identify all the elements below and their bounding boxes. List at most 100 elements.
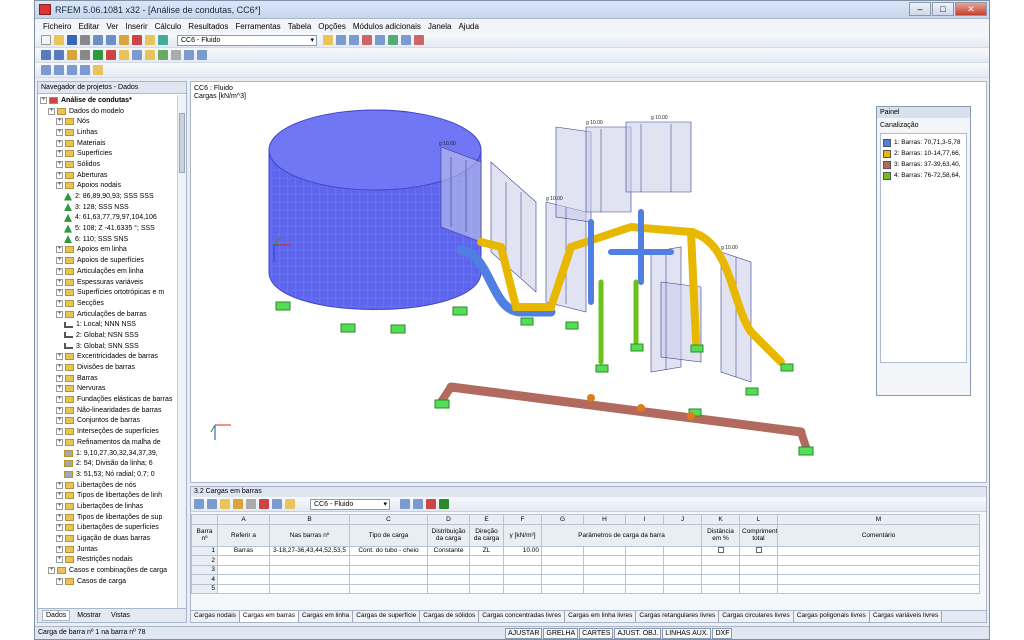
- display-icon[interactable]: [323, 35, 333, 45]
- tree-item[interactable]: + Barras: [38, 373, 177, 384]
- expand-icon[interactable]: +: [56, 139, 63, 147]
- view-icon[interactable]: [336, 35, 346, 45]
- undo-icon[interactable]: [93, 35, 103, 45]
- calc-icon[interactable]: [132, 35, 142, 45]
- expand-icon[interactable]: +: [56, 481, 63, 489]
- menu-ajuda[interactable]: Ajuda: [458, 22, 478, 31]
- expand-icon[interactable]: +: [56, 128, 63, 136]
- sheet-tab[interactable]: Cargas variáveis livres: [869, 611, 943, 622]
- expand-icon[interactable]: +: [56, 396, 63, 404]
- tree-item[interactable]: + Nós: [38, 116, 177, 127]
- expand-icon[interactable]: +: [56, 289, 63, 297]
- expand-icon[interactable]: +: [56, 364, 63, 372]
- expand-icon[interactable]: +: [56, 545, 63, 553]
- length-checkbox[interactable]: [755, 546, 762, 553]
- sheet-tab[interactable]: Cargas em linha livres: [565, 611, 637, 622]
- measure-icon[interactable]: [171, 50, 181, 60]
- tree-item[interactable]: + Tipos de libertações de linh: [38, 490, 177, 501]
- tree-item[interactable]: 1: Local; NNN NSS: [38, 319, 177, 330]
- menu-calculo[interactable]: Cálculo: [155, 22, 182, 31]
- tree-item[interactable]: + Apoios nodais: [38, 181, 177, 192]
- tree-item[interactable]: 5: 108; Z -41.6335 °; SSS: [38, 223, 177, 234]
- section-icon[interactable]: [145, 50, 155, 60]
- expand-icon[interactable]: +: [56, 556, 63, 564]
- move-icon[interactable]: [197, 50, 207, 60]
- status-toggle-button[interactable]: AJUSTAR: [505, 628, 543, 639]
- rotate-icon[interactable]: [375, 35, 385, 45]
- print-icon[interactable]: [80, 35, 90, 45]
- node-icon[interactable]: [41, 50, 51, 60]
- table-row[interactable]: 5: [191, 583, 980, 594]
- expand-icon[interactable]: +: [48, 567, 55, 575]
- table-tool-icon[interactable]: [272, 499, 282, 509]
- cell-dist[interactable]: Constante: [427, 545, 470, 556]
- table-load-case-select[interactable]: CC6 - Fluido: [310, 498, 390, 510]
- expand-icon[interactable]: +: [56, 182, 63, 190]
- solid-icon[interactable]: [80, 50, 90, 60]
- snap-icon[interactable]: [41, 65, 51, 75]
- tree-item[interactable]: 2: 86,89,90,93; SSS SSS: [38, 191, 177, 202]
- table-tool-icon[interactable]: [285, 499, 295, 509]
- tab-mostrar[interactable]: Mostrar: [74, 611, 104, 620]
- expand-icon[interactable]: +: [56, 535, 63, 543]
- tree-item[interactable]: + Não-linearidades de barras: [38, 405, 177, 416]
- expand-icon[interactable]: +: [56, 374, 63, 382]
- expand-icon[interactable]: +: [56, 438, 63, 446]
- expand-icon[interactable]: +: [56, 278, 63, 286]
- tree-item[interactable]: 3: 51,53; Nó radial; 0.7; 0: [38, 469, 177, 480]
- zoom-icon[interactable]: [349, 35, 359, 45]
- menu-editar[interactable]: Editar: [78, 22, 99, 31]
- table-icon[interactable]: [145, 35, 155, 45]
- tree-item[interactable]: + Fundações elásticas de barras: [38, 394, 177, 405]
- guide-icon[interactable]: [80, 65, 90, 75]
- sheet-tab[interactable]: Cargas poligonais livres: [793, 611, 870, 622]
- status-toggle-button[interactable]: GRELHA: [543, 628, 579, 639]
- table-row[interactable]: 4: [191, 574, 980, 585]
- expand-icon[interactable]: +: [56, 310, 63, 318]
- tree-item[interactable]: + Interseções de superfícies: [38, 426, 177, 437]
- status-toggle-button[interactable]: LINHAS AUX.: [662, 628, 712, 639]
- tree-item[interactable]: 1: 9,10,27,30,32,34,37,39,: [38, 448, 177, 459]
- expand-icon[interactable]: +: [56, 267, 63, 275]
- tree-item[interactable]: + Sólidos: [38, 159, 177, 170]
- redo-icon[interactable]: [106, 35, 116, 45]
- grid-icon[interactable]: [388, 35, 398, 45]
- surface-icon[interactable]: [67, 50, 77, 60]
- sheet-tab[interactable]: Cargas circulares livres: [719, 611, 794, 622]
- tree-item[interactable]: + Articulações em linha: [38, 266, 177, 277]
- tree-item[interactable]: + Excentricidades de barras: [38, 352, 177, 363]
- delete-icon[interactable]: [414, 35, 424, 45]
- expand-icon[interactable]: +: [56, 492, 63, 500]
- tab-vistas[interactable]: Vistas: [108, 611, 133, 620]
- tree-item[interactable]: 3: Global; SNN SSS: [38, 341, 177, 352]
- sheet-tab[interactable]: Cargas de superfície: [353, 611, 421, 622]
- workplane-icon[interactable]: [54, 65, 64, 75]
- expand-icon[interactable]: +: [56, 406, 63, 414]
- tree-item[interactable]: + Dados do modelo: [38, 106, 177, 117]
- table-row[interactable]: 3: [191, 564, 980, 575]
- tree-item[interactable]: + Tipos de libertações de sup: [38, 512, 177, 523]
- dxf-icon[interactable]: [93, 65, 103, 75]
- results-icon[interactable]: [158, 35, 168, 45]
- expand-icon[interactable]: +: [56, 428, 63, 436]
- tree-item[interactable]: + Conjuntos de barras: [38, 416, 177, 427]
- table-tool-icon[interactable]: [259, 499, 269, 509]
- cell-dir[interactable]: ZL: [469, 545, 504, 556]
- tree-item[interactable]: 3: 128; SSS NSS: [38, 202, 177, 213]
- prev-icon[interactable]: [400, 499, 410, 509]
- distance-checkbox[interactable]: [717, 546, 724, 553]
- open-icon[interactable]: [54, 35, 64, 45]
- tree-item[interactable]: + Casos de carga: [38, 576, 177, 587]
- menu-ferramentas[interactable]: Ferramentas: [235, 22, 280, 31]
- cell-type[interactable]: Cont. do tubo - cheio: [349, 545, 428, 556]
- tree-item[interactable]: + Aberturas: [38, 170, 177, 181]
- tree-item[interactable]: 2: 54; Divisão da linha; 6: [38, 458, 177, 469]
- expand-icon[interactable]: +: [56, 150, 63, 158]
- tree-item[interactable]: + Análise de condutas*: [38, 95, 177, 106]
- close-button[interactable]: ✕: [955, 2, 987, 16]
- cell-value[interactable]: 10.00: [503, 545, 542, 556]
- expand-icon[interactable]: +: [56, 513, 63, 521]
- mesh-icon[interactable]: [132, 50, 142, 60]
- load-case-select[interactable]: CC6 - Fluido: [177, 34, 317, 46]
- table-tool-icon[interactable]: [246, 499, 256, 509]
